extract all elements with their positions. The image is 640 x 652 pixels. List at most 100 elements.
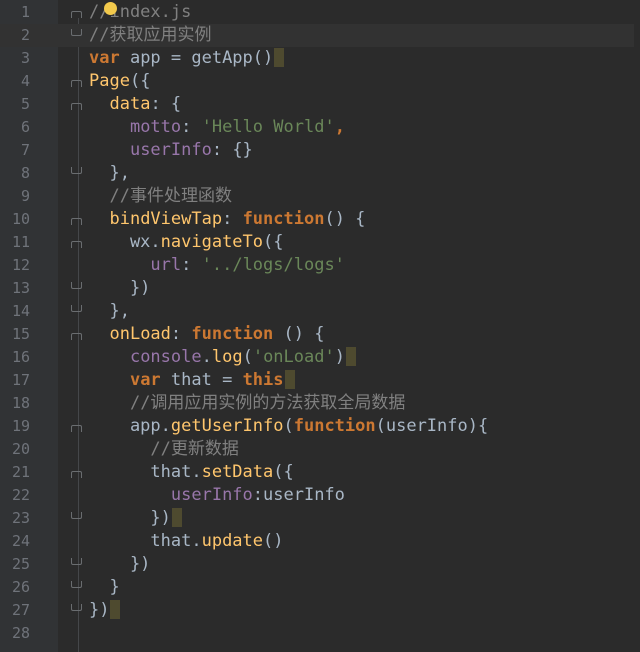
fold-start-icon[interactable] [71,80,82,87]
code-token: function [293,416,376,436]
code-line[interactable]: 14 }, [0,300,640,323]
code-token: log [211,347,243,367]
code-text: data: { [89,93,181,116]
code-text: userInfo: {} [89,139,253,162]
fold-start-icon[interactable] [71,218,82,225]
code-token: }) [89,508,171,528]
code-line[interactable]: 11 wx.navigateTo({ [0,231,640,254]
code-line[interactable]: 13 }) [0,277,640,300]
line-number: 5 [20,95,30,113]
code-text: bindViewTap: function() { [89,208,365,231]
code-token: //获取应用实例 [89,25,212,45]
line-number: 23 [11,509,30,527]
code-line[interactable]: 4 Page({ [0,70,640,93]
fold-start-icon[interactable] [71,425,82,432]
caret-highlight [284,370,295,389]
line-number: 20 [11,440,30,458]
fold-end-icon[interactable] [71,512,82,519]
code-token: function [191,324,274,344]
code-text: }) [89,507,182,530]
code-token: var [89,48,130,68]
code-token: }, [89,301,130,321]
code-text: var app = getApp() [89,47,285,70]
code-line[interactable]: 6 motto: 'Hello World', [0,116,640,139]
code-line[interactable]: 12 url: '../logs/logs' [0,254,640,277]
fold-end-icon[interactable] [71,29,82,36]
fold-start-icon[interactable] [71,11,82,18]
code-line[interactable]: 27}) [0,599,640,622]
code-text: } [89,576,120,599]
code-line[interactable]: 22 userInfo:userInfo [0,484,640,507]
code-token: } [89,577,120,597]
line-number: 4 [20,72,30,90]
fold-start-icon[interactable] [71,241,82,248]
code-token: }) [89,600,110,620]
code-token: () [263,531,284,551]
line-number: 11 [11,233,30,251]
code-line[interactable]: 23 }) [0,507,640,530]
code-line[interactable]: 25 }) [0,553,640,576]
code-text: userInfo:userInfo [89,484,345,507]
fold-end-icon[interactable] [71,581,82,588]
fold-start-icon[interactable] [71,471,82,478]
vertical-scrollbar[interactable] [634,0,640,652]
code-token: : [181,117,202,137]
fold-end-icon[interactable] [71,282,82,289]
code-line[interactable]: 16 console.log('onLoad') [0,346,640,369]
code-line[interactable]: 3 var app = getApp() [0,47,640,70]
code-token: update [201,531,264,551]
code-token: //调用应用实例的方法获取全局数据 [129,393,406,413]
line-number: 28 [11,624,30,642]
code-line[interactable]: 5 data: { [0,93,640,116]
line-number: 19 [11,417,30,435]
code-text: console.log('onLoad') [89,346,356,369]
code-line[interactable]: 17 var that = this [0,369,640,392]
code-text: url: '../logs/logs' [89,254,345,277]
code-token: onLoad [109,324,171,344]
code-editor[interactable]: 1//index.js 2//获取应用实例 3 var app = getApp() 4… [0,0,640,652]
code-line[interactable]: 10 bindViewTap: function() { [0,208,640,231]
fold-start-icon[interactable] [71,333,82,340]
line-number: 9 [20,187,30,205]
code-line[interactable]: 20 //更新数据 [0,438,640,461]
caret-highlight [171,508,182,527]
fold-end-icon[interactable] [71,167,82,174]
code-token: that. [89,531,202,551]
code-line[interactable]: 21 that.setData({ [0,461,640,484]
line-number: 24 [11,532,30,550]
fold-end-icon[interactable] [71,604,82,611]
code-line[interactable]: 18 //调用应用实例的方法获取全局数据 [0,392,640,415]
lightbulb-icon[interactable] [104,2,117,15]
code-line[interactable]: 28 [0,622,640,645]
fold-end-icon[interactable] [71,305,82,312]
code-line[interactable]: 1//index.js [0,1,640,24]
code-token: : { [150,94,182,114]
code-line[interactable]: 9 //事件处理函数 [0,185,640,208]
line-number: 6 [20,118,30,136]
fold-start-icon[interactable] [71,103,82,110]
code-token: //事件处理函数 [109,186,232,206]
code-line[interactable]: 2 //获取应用实例 [0,24,640,47]
code-line[interactable]: 26 } [0,576,640,599]
code-token: setData [201,462,274,482]
code-text: Page({ [89,70,150,93]
code-token: }, [89,163,130,183]
caret-highlight [110,600,121,619]
code-line[interactable]: 15 onLoad: function () { [0,323,640,346]
code-line[interactable]: 8 }, [0,162,640,185]
fold-end-icon[interactable] [71,558,82,565]
code-line[interactable]: 19 app.getUserInfo(function(userInfo){ [0,415,640,438]
code-line[interactable]: 7 userInfo: {} [0,139,640,162]
code-token: ({ [263,232,284,252]
code-line[interactable]: 24 that.update() [0,530,640,553]
code-text: that.setData({ [89,461,293,484]
code-token: :userInfo [252,485,345,505]
